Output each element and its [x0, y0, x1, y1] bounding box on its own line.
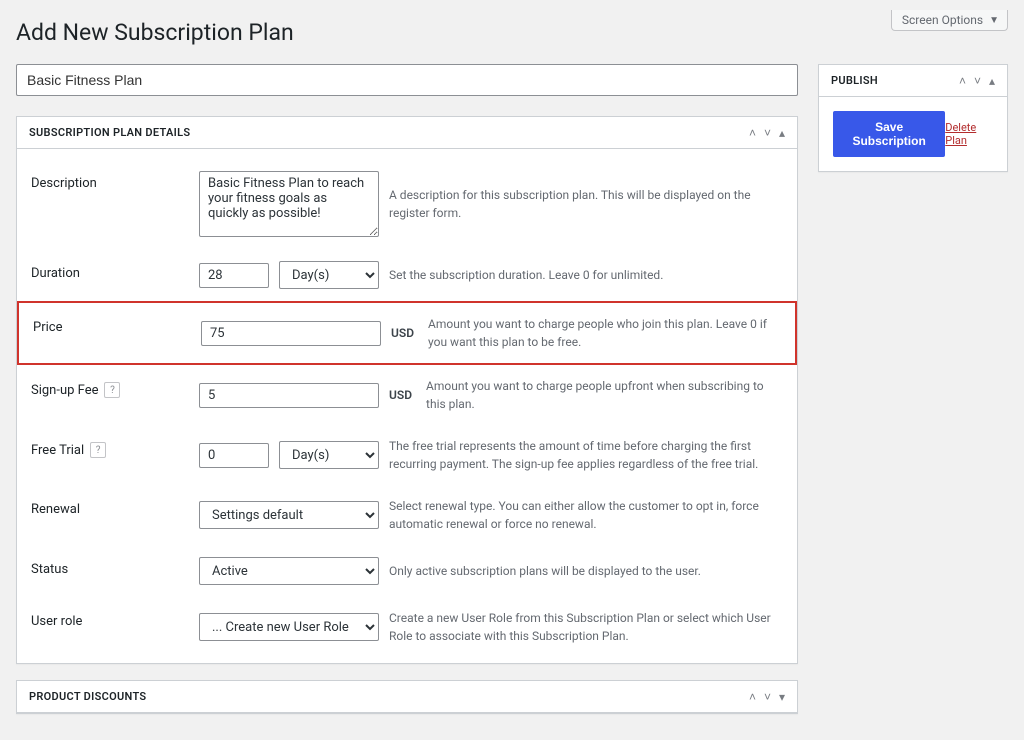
- user-role-row: User role ... Create new User Role Creat…: [17, 597, 797, 657]
- product-discounts-box: PRODUCT DISCOUNTS ˄ ˅ ▾: [16, 680, 798, 714]
- duration-label: Duration: [31, 261, 199, 281]
- move-down-icon[interactable]: ˅: [764, 126, 771, 140]
- screen-options-toggle[interactable]: Screen Options ▼: [891, 10, 1008, 31]
- page-title: Add New Subscription Plan: [16, 10, 294, 50]
- delete-plan-link[interactable]: Delete Plan: [945, 121, 993, 147]
- signup-fee-help: Amount you want to charge people upfront…: [426, 377, 783, 413]
- signup-fee-currency: USD: [389, 388, 412, 402]
- screen-options-label: Screen Options: [902, 13, 983, 27]
- move-down-icon[interactable]: ˅: [764, 690, 771, 704]
- move-up-icon[interactable]: ˄: [749, 690, 756, 704]
- user-role-help: Create a new User Role from this Subscri…: [389, 609, 783, 645]
- free-trial-input[interactable]: [199, 443, 269, 468]
- free-trial-label: Free Trial: [31, 443, 84, 458]
- move-up-icon[interactable]: ˄: [749, 126, 756, 140]
- chevron-down-icon: ▼: [989, 15, 999, 26]
- status-row: Status Active Only active subscription p…: [17, 545, 797, 597]
- publish-heading: PUBLISH: [831, 74, 878, 87]
- duration-help: Set the subscription duration. Leave 0 f…: [389, 266, 783, 284]
- duration-row: Duration Day(s) Set the subscription dur…: [17, 249, 797, 301]
- signup-fee-row: Sign-up Fee ? USD Amount you want to cha…: [17, 365, 797, 425]
- renewal-label: Renewal: [31, 497, 199, 517]
- status-help: Only active subscription plans will be d…: [389, 562, 783, 580]
- user-role-select[interactable]: ... Create new User Role: [199, 613, 379, 641]
- help-icon[interactable]: ?: [104, 382, 120, 398]
- details-heading: SUBSCRIPTION PLAN DETAILS: [29, 126, 190, 139]
- description-textarea[interactable]: Basic Fitness Plan to reach your fitness…: [199, 171, 379, 237]
- status-select[interactable]: Active: [199, 557, 379, 585]
- user-role-label: User role: [31, 609, 199, 629]
- subscription-plan-details-box: SUBSCRIPTION PLAN DETAILS ˄ ˅ ▴ Descript…: [16, 116, 798, 664]
- toggle-icon[interactable]: ▴: [989, 74, 995, 88]
- toggle-icon[interactable]: ▾: [779, 690, 785, 704]
- save-subscription-button[interactable]: Save Subscription: [833, 111, 945, 157]
- status-label: Status: [31, 557, 199, 577]
- description-help: A description for this subscription plan…: [389, 186, 783, 222]
- toggle-icon[interactable]: ▴: [779, 126, 785, 140]
- price-label: Price: [33, 315, 201, 335]
- free-trial-help: The free trial represents the amount of …: [389, 437, 783, 473]
- description-row: Description Basic Fitness Plan to reach …: [17, 159, 797, 249]
- plan-title-input[interactable]: [16, 64, 798, 96]
- renewal-help: Select renewal type. You can either allo…: [389, 497, 783, 533]
- publish-box: PUBLISH ˄ ˅ ▴ Save Subscription Delete P…: [818, 64, 1008, 172]
- help-icon[interactable]: ?: [90, 442, 106, 458]
- free-trial-row: Free Trial ? Day(s) The free trial repre…: [17, 425, 797, 485]
- signup-fee-label: Sign-up Fee: [31, 383, 98, 398]
- move-up-icon[interactable]: ˄: [959, 74, 966, 88]
- price-help: Amount you want to charge people who joi…: [428, 315, 781, 351]
- free-trial-unit-select[interactable]: Day(s): [279, 441, 379, 469]
- signup-fee-input[interactable]: [199, 383, 379, 408]
- price-row: Price USD Amount you want to charge peop…: [17, 301, 797, 365]
- duration-input[interactable]: [199, 263, 269, 288]
- price-input[interactable]: [201, 321, 381, 346]
- move-down-icon[interactable]: ˅: [974, 74, 981, 88]
- price-currency: USD: [391, 326, 414, 340]
- renewal-row: Renewal Settings default Select renewal …: [17, 485, 797, 545]
- discounts-heading: PRODUCT DISCOUNTS: [29, 690, 146, 703]
- duration-unit-select[interactable]: Day(s): [279, 261, 379, 289]
- renewal-select[interactable]: Settings default: [199, 501, 379, 529]
- description-label: Description: [31, 171, 199, 191]
